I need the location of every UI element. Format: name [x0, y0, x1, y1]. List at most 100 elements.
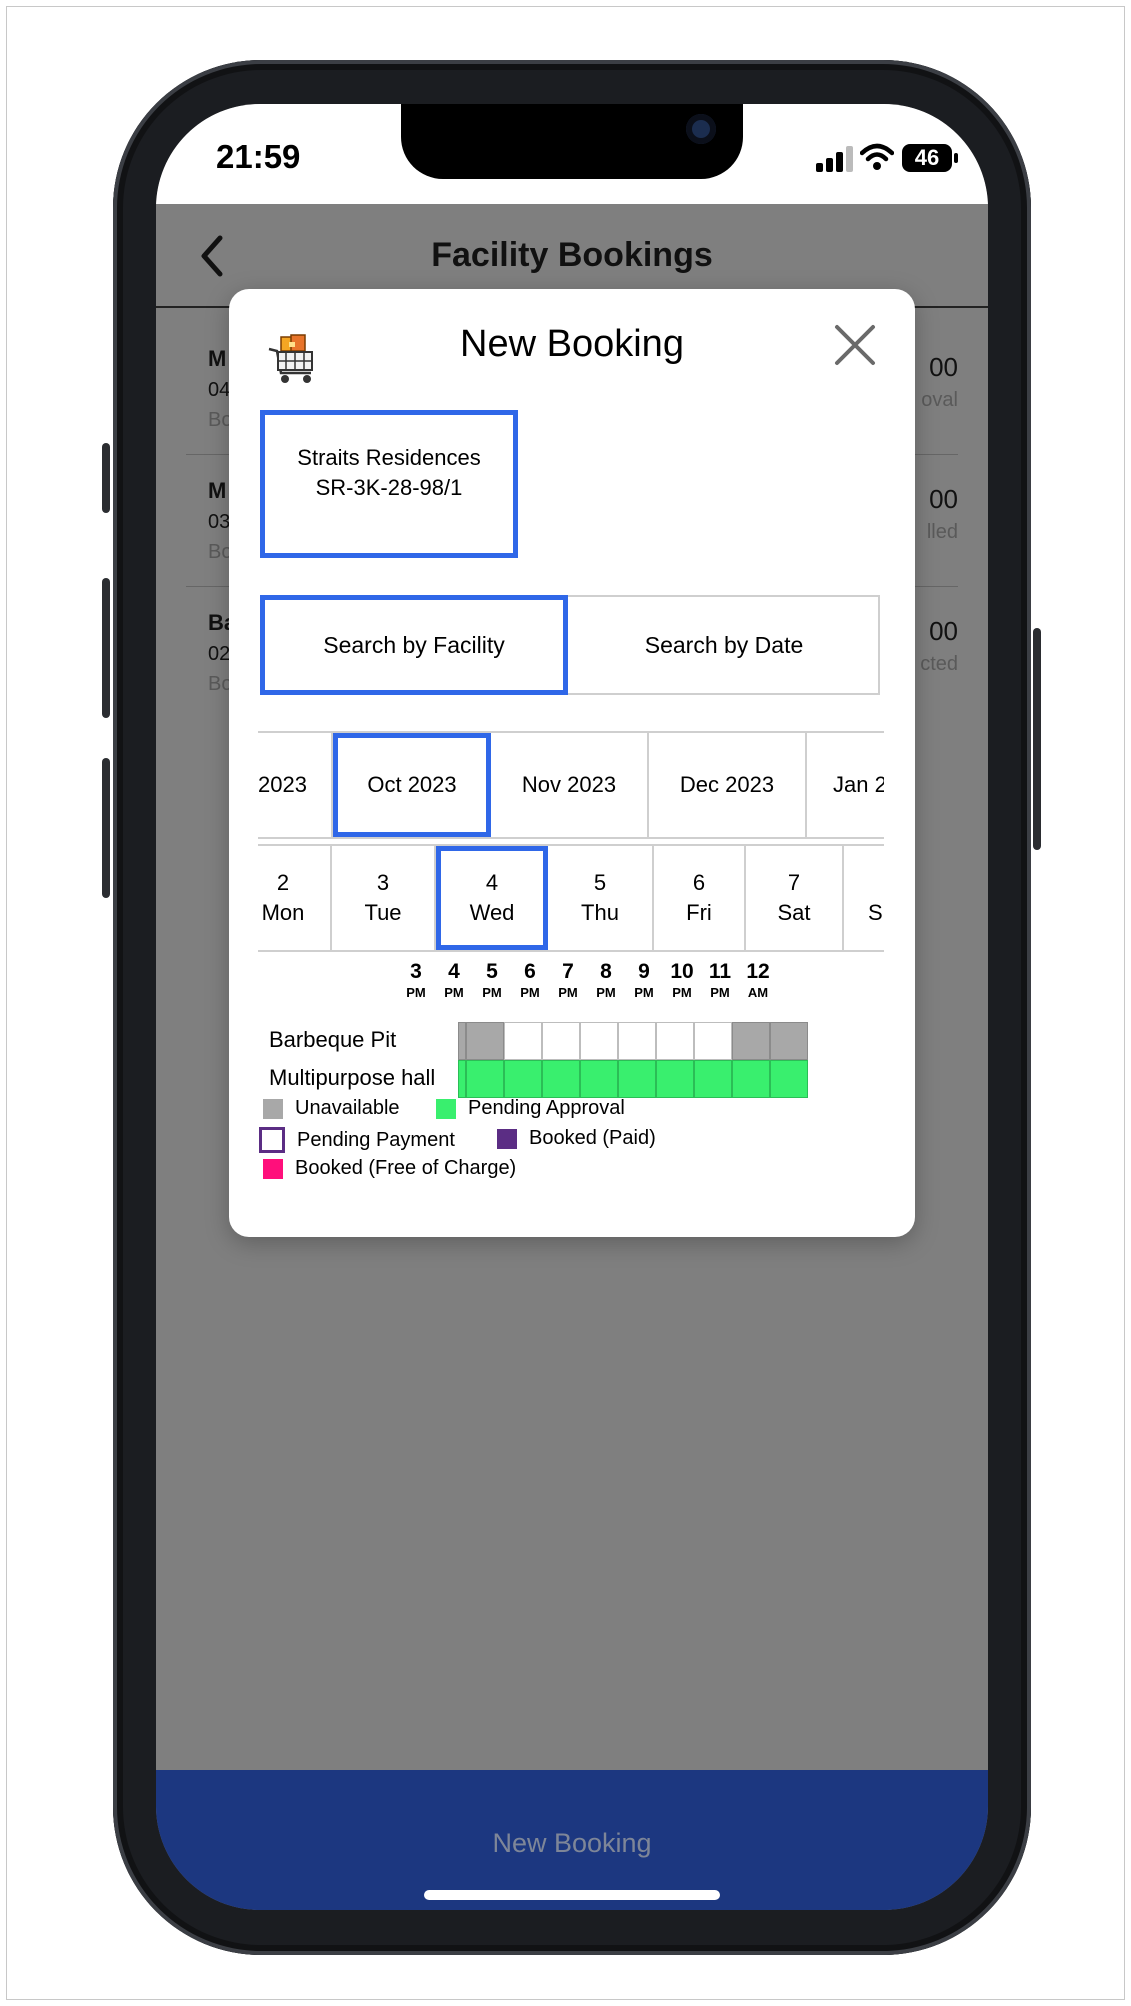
slot-unavailable: [466, 1022, 504, 1060]
legend-pending-payment: Pending Payment: [259, 1127, 455, 1153]
legend-label: Pending Approval: [468, 1097, 625, 1119]
legend-label: Pending Payment: [297, 1128, 455, 1151]
month-item-selected[interactable]: Oct 2023: [333, 733, 491, 837]
day-item-selected[interactable]: 4 Wed: [436, 846, 548, 950]
availability-row-barbeque-pit: [458, 1022, 808, 1060]
battery-tip: [954, 153, 958, 163]
new-booking-button[interactable]: New Booking: [156, 1828, 988, 1859]
slot-pending-approval: [580, 1060, 618, 1098]
volume-up-button: [102, 578, 110, 718]
day-item[interactable]: 7 Sat: [746, 846, 844, 950]
day-number: 6: [692, 870, 706, 895]
booking-status-right: cted: [920, 653, 958, 675]
day-selector: 2 Mon 3 Tue 4 Wed 5 Thu 6 Fri 7 Sat S: [258, 844, 884, 952]
time-label: 9 PM: [634, 960, 654, 1000]
booking-price: 00: [929, 352, 958, 382]
property-selector[interactable]: Straits Residences SR-3K-28-98/1: [260, 410, 518, 558]
legend-booked-paid: Booked (Paid): [497, 1127, 656, 1150]
new-booking-bar[interactable]: New Booking: [156, 1770, 988, 1910]
day-item[interactable]: 5 Thu: [548, 846, 654, 950]
slot-pending-approval: [466, 1060, 504, 1098]
slot-available[interactable]: [580, 1022, 618, 1060]
day-number: 3: [376, 870, 390, 895]
slot-pending-approval: [656, 1060, 694, 1098]
time-label: 3 PM: [406, 960, 426, 1000]
legend-swatch-unavailable: [263, 1098, 283, 1119]
time-label: 6 PM: [520, 960, 540, 1000]
slot-unavailable: [732, 1022, 770, 1060]
day-of-week: Wed: [469, 900, 515, 925]
day-number: 4: [485, 870, 499, 895]
slot-pending-approval: [770, 1060, 808, 1098]
slot-pending-approval: [732, 1060, 770, 1098]
booking-date: 02: [208, 643, 231, 665]
day-item[interactable]: 3 Tue: [332, 846, 436, 950]
camera-icon: [686, 114, 716, 144]
time-label: 10 PM: [670, 960, 694, 1000]
month-item[interactable]: 2023: [258, 733, 333, 837]
power-button: [1033, 628, 1041, 850]
page-title: Facility Bookings: [431, 236, 713, 274]
legend-unavailable: Unavailable: [263, 1097, 400, 1120]
legend-pending-approval: Pending Approval: [436, 1097, 625, 1120]
wifi-icon: [860, 143, 894, 170]
time-label: 7 PM: [558, 960, 578, 1000]
time-label: 5 PM: [482, 960, 502, 1000]
booking-name: M: [208, 478, 227, 503]
month-item[interactable]: Jan 2: [807, 733, 884, 837]
property-name: Straits Residences: [297, 445, 481, 470]
legend-swatch-pending-payment: [259, 1127, 285, 1153]
close-icon[interactable]: [833, 323, 877, 367]
slot-unavailable: [770, 1022, 808, 1060]
slot-available[interactable]: [656, 1022, 694, 1060]
time-label: 11 PM: [708, 960, 732, 1000]
slot-available[interactable]: [504, 1022, 542, 1060]
booking-status-right: lled: [926, 521, 958, 543]
booking-name: M: [208, 346, 227, 371]
time-label: 4 PM: [444, 960, 464, 1000]
day-of-week: Fri: [686, 900, 712, 925]
notch: [401, 104, 743, 179]
facility-name-barbeque-pit: Barbeque Pit: [269, 1027, 397, 1052]
facility-name-multipurpose-hall: Multipurpose hall: [269, 1065, 436, 1090]
day-item[interactable]: S: [844, 846, 884, 950]
day-number: 5: [593, 870, 607, 895]
battery-icon: 46: [902, 144, 952, 172]
status-bar: 21:59 46: [156, 104, 988, 204]
day-item[interactable]: 6 Fri: [654, 846, 746, 950]
slot-pending-approval: [458, 1060, 466, 1098]
legend-swatch-pending-approval: [436, 1098, 456, 1119]
slot-available[interactable]: [542, 1022, 580, 1060]
month-item[interactable]: Dec 2023: [649, 733, 807, 837]
day-of-week: Mon: [261, 900, 305, 925]
modal-title: New Booking: [460, 323, 684, 365]
slot-pending-approval: [542, 1060, 580, 1098]
volume-down-button: [102, 758, 110, 898]
new-booking-modal: New Booking Straits Residences SR-3K-28-…: [229, 289, 915, 1237]
day-number: 2: [276, 870, 290, 895]
tab-search-by-facility[interactable]: Search by Facility: [260, 595, 568, 695]
slot-available[interactable]: [618, 1022, 656, 1060]
month-selector: 2023 Oct 2023 Nov 2023 Dec 2023 Jan 2: [258, 731, 884, 839]
month-item[interactable]: Nov 2023: [491, 733, 649, 837]
availability-row-multipurpose-hall: [458, 1060, 808, 1098]
day-number: 7: [787, 870, 801, 895]
day-of-week: S: [868, 900, 883, 925]
slot-available[interactable]: [694, 1022, 732, 1060]
booking-date: 03: [208, 511, 231, 533]
phone-screen: 21:59 46 Facility Bookings M 04 Bo 00 oval …: [156, 104, 988, 1910]
home-indicator: [424, 1890, 720, 1900]
legend-booked-free: Booked (Free of Charge): [263, 1157, 516, 1180]
day-of-week: Sat: [777, 900, 811, 925]
slot-unavailable: [458, 1022, 466, 1060]
tab-search-by-date[interactable]: Search by Date: [570, 597, 878, 693]
status-time: 21:59: [216, 138, 301, 175]
day-of-week: Tue: [364, 900, 402, 925]
booking-price: 00: [929, 616, 958, 646]
booking-date: 04: [208, 379, 231, 401]
slot-pending-approval: [694, 1060, 732, 1098]
time-label: 12 AM: [746, 960, 770, 1000]
property-unit: SR-3K-28-98/1: [315, 475, 463, 500]
time-slot-header: 3 PM 4 PM 5 PM 6 PM 7 PM 8 PM 9 PM 10 PM 11 PM 12…: [229, 959, 915, 1009]
day-item[interactable]: 2 Mon: [258, 846, 332, 950]
